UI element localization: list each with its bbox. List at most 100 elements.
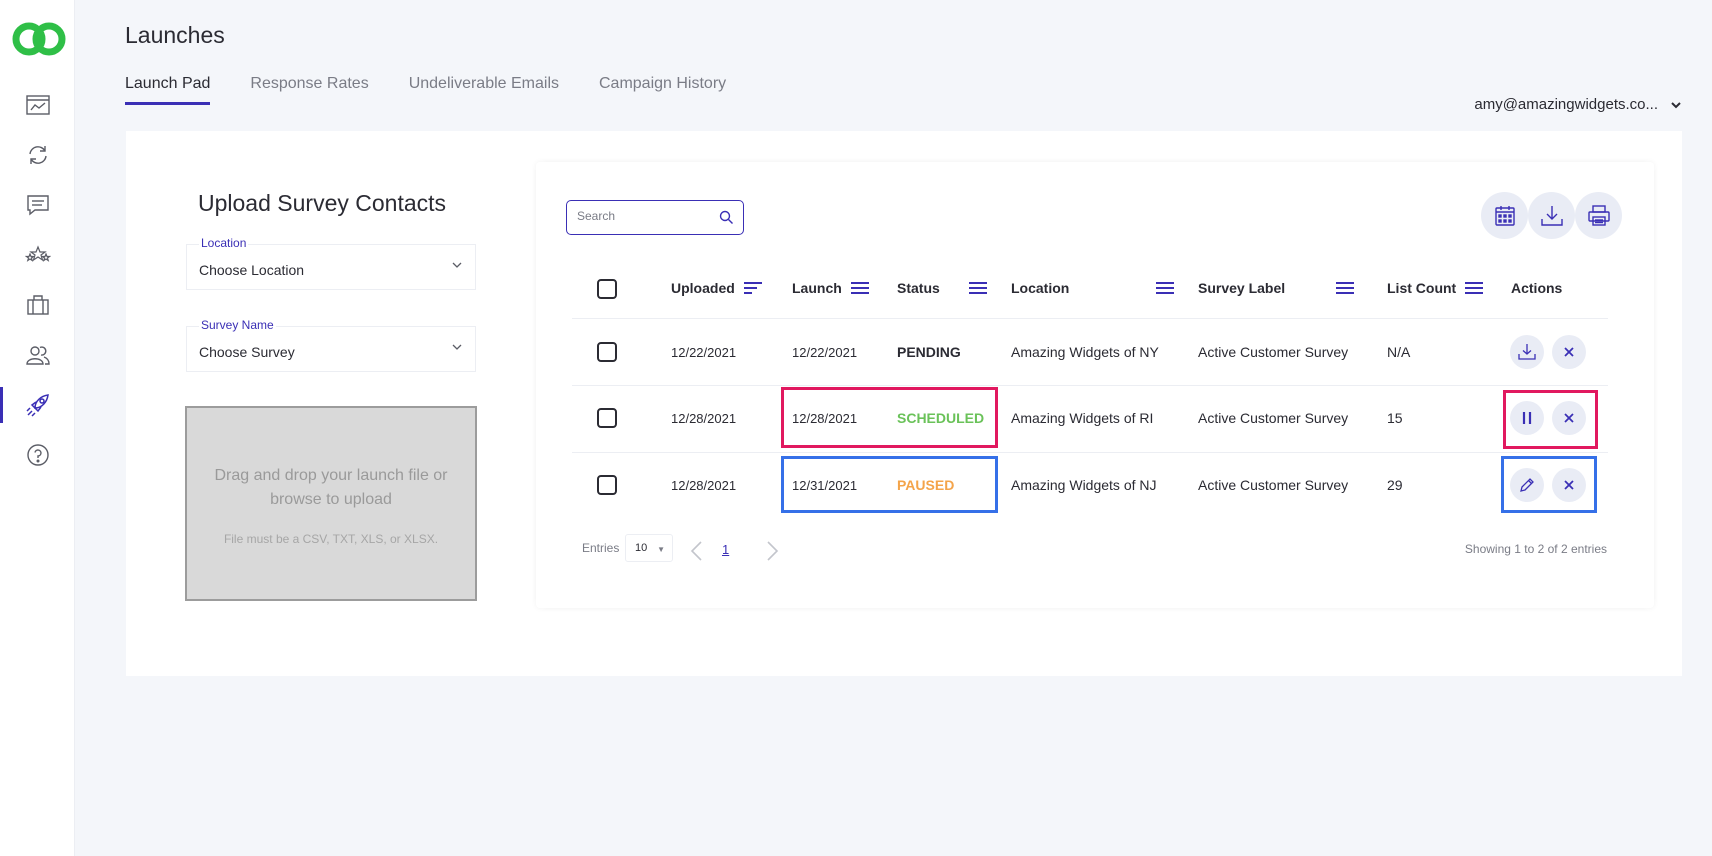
- chevron-down-icon: [452, 262, 462, 268]
- location-label: Location: [199, 236, 249, 250]
- nav-messages[interactable]: [0, 183, 75, 227]
- cancel-launch-button[interactable]: [1552, 335, 1586, 369]
- dashboard-icon: [25, 95, 50, 115]
- file-dropzone[interactable]: Drag and drop your launch file or browse…: [185, 406, 477, 601]
- entries-value: 10: [635, 542, 648, 554]
- dropzone-hint: File must be a CSV, TXT, XLS, or XLSX.: [223, 532, 439, 546]
- close-icon: [1564, 347, 1574, 357]
- chevron-down-icon: [1671, 101, 1681, 108]
- list-count-cell: 15: [1387, 410, 1403, 426]
- showing-entries-text: Showing 1 to 2 of 2 entries: [1464, 542, 1607, 556]
- select-all-checkbox[interactable]: [597, 279, 617, 299]
- survey-value: Choose Survey: [199, 344, 295, 360]
- column-location-label: Location: [1011, 280, 1070, 296]
- search-icon: [719, 210, 733, 224]
- launch-cell: 12/22/2021: [792, 345, 858, 360]
- tab-campaign-history[interactable]: Campaign History: [599, 75, 726, 105]
- uploaded-cell: 12/28/2021: [671, 411, 737, 426]
- column-list-count-label: List Count: [1387, 280, 1457, 296]
- menu-icon: [1336, 282, 1355, 294]
- survey-select[interactable]: Survey Name Choose Survey: [186, 318, 476, 372]
- row-divider: [572, 385, 1608, 386]
- entries-per-page-select[interactable]: 10 ▼: [625, 534, 673, 562]
- help-icon: [26, 444, 49, 466]
- stars-icon: [24, 245, 51, 262]
- menu-icon: [850, 282, 869, 294]
- survey-label-cell: Active Customer Survey: [1198, 344, 1349, 360]
- search-input[interactable]: [577, 209, 717, 223]
- column-uploaded-label: Uploaded: [671, 280, 735, 296]
- nav-reviews[interactable]: [0, 233, 75, 277]
- menu-icon: [1465, 282, 1484, 294]
- nav-sync[interactable]: [0, 133, 75, 177]
- column-launch[interactable]: Launch: [792, 280, 870, 296]
- row-checkbox[interactable]: [597, 475, 617, 495]
- location-select[interactable]: Location Choose Location: [186, 236, 476, 290]
- list-count-cell: 29: [1387, 477, 1403, 493]
- column-survey-label[interactable]: Survey Label: [1198, 280, 1355, 296]
- message-icon: [26, 195, 49, 216]
- location-value: Choose Location: [199, 262, 305, 278]
- column-status-label: Status: [897, 280, 940, 296]
- nav-launches[interactable]: [0, 383, 75, 427]
- highlight-paused-box: [781, 456, 998, 513]
- menu-icon: [968, 282, 987, 294]
- row-checkbox[interactable]: [597, 408, 617, 428]
- page-number-1[interactable]: 1: [722, 542, 729, 557]
- highlight-edit-actions-box: [1501, 456, 1597, 513]
- calendar-button[interactable]: [1481, 192, 1528, 239]
- upload-title: Upload Survey Contacts: [198, 190, 447, 216]
- column-location[interactable]: Location: [1011, 280, 1175, 296]
- location-cell: Amazing Widgets of NJ: [1011, 477, 1157, 493]
- chevron-down-icon: [452, 344, 462, 350]
- tab-response-rates[interactable]: Response Rates: [250, 75, 368, 105]
- print-button[interactable]: [1575, 192, 1622, 239]
- download-icon: [1540, 205, 1563, 226]
- column-actions: Actions: [1511, 280, 1562, 296]
- user-email: amy@amazingwidgets.co...: [1474, 96, 1658, 113]
- column-actions-label: Actions: [1511, 280, 1563, 296]
- next-page-icon[interactable]: [763, 539, 781, 563]
- list-count-cell: N/A: [1387, 344, 1411, 360]
- triangle-down-icon: ▼: [657, 545, 665, 554]
- menu-icon: [1156, 282, 1175, 294]
- column-list-count[interactable]: List Count: [1387, 280, 1484, 296]
- column-uploaded[interactable]: Uploaded: [671, 280, 763, 296]
- nav-briefcase[interactable]: [0, 283, 75, 327]
- column-survey-label-label: Survey Label: [1198, 280, 1286, 296]
- download-all-button[interactable]: [1528, 192, 1575, 239]
- row-checkbox[interactable]: [597, 342, 617, 362]
- row-divider: [572, 318, 1608, 319]
- tab-launch-pad[interactable]: Launch Pad: [125, 75, 211, 105]
- nav-help[interactable]: [0, 433, 75, 477]
- nav-dashboard[interactable]: [0, 83, 75, 127]
- download-button[interactable]: [1510, 335, 1544, 369]
- survey-label-cell: Active Customer Survey: [1198, 410, 1349, 426]
- column-launch-label: Launch: [792, 280, 842, 296]
- logo-icon[interactable]: [10, 20, 68, 58]
- prev-page-icon[interactable]: [688, 539, 706, 563]
- survey-label: Survey Name: [199, 318, 276, 332]
- sidebar: [0, 0, 75, 856]
- calendar-icon: [1494, 205, 1515, 226]
- tab-undeliverable-emails[interactable]: Undeliverable Emails: [409, 75, 559, 105]
- briefcase-icon: [26, 295, 49, 315]
- page-title: Launches: [125, 22, 225, 48]
- location-cell: Amazing Widgets of NY: [1011, 344, 1159, 360]
- status-badge: PENDING: [897, 344, 961, 360]
- row-divider: [572, 452, 1608, 453]
- nav-users[interactable]: [0, 333, 75, 377]
- survey-label-cell: Active Customer Survey: [1198, 477, 1349, 493]
- sort-icon: [743, 282, 762, 294]
- location-cell: Amazing Widgets of RI: [1011, 410, 1154, 426]
- highlight-scheduled-box: [781, 387, 998, 448]
- print-icon: [1587, 204, 1610, 226]
- column-status[interactable]: Status: [897, 280, 988, 296]
- search-box[interactable]: [566, 200, 744, 235]
- refresh-icon: [28, 146, 47, 164]
- uploaded-cell: 12/28/2021: [671, 478, 737, 493]
- user-menu[interactable]: amy@amazingwidgets.co...: [1474, 96, 1682, 113]
- download-icon: [1518, 344, 1536, 360]
- tab-bar: Launch Pad Response Rates Undeliverable …: [125, 75, 726, 105]
- dropzone-text: Drag and drop your launch file or browse…: [214, 467, 448, 508]
